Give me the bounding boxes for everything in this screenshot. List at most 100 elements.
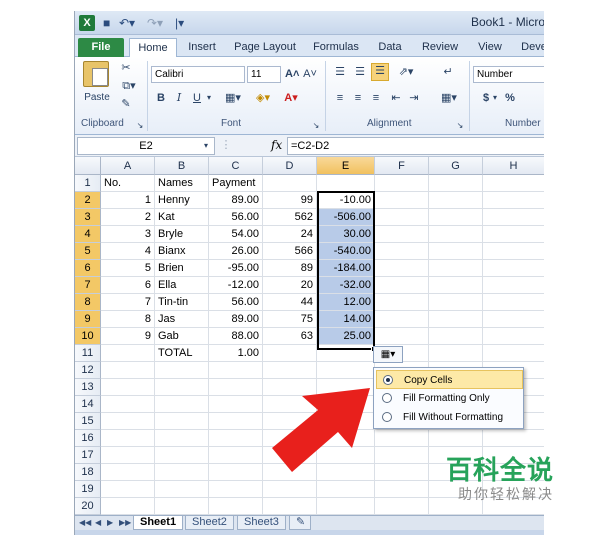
- cell-b17[interactable]: [155, 447, 209, 464]
- copy-icon[interactable]: ⧉▾: [119, 79, 139, 93]
- cell-e6[interactable]: -184.00: [317, 260, 375, 277]
- cell-f16[interactable]: [375, 430, 429, 447]
- percent-button[interactable]: %: [503, 91, 517, 105]
- cell-g16[interactable]: [429, 430, 483, 447]
- cell-b4[interactable]: Bryle: [155, 226, 209, 243]
- row-header-1[interactable]: 1: [75, 175, 101, 192]
- cell-b7[interactable]: Ella: [155, 277, 209, 294]
- format-painter-icon[interactable]: ✎: [119, 97, 133, 111]
- cell-f2[interactable]: [375, 192, 429, 209]
- cell-e12[interactable]: [317, 362, 375, 379]
- cell-h6[interactable]: [483, 260, 544, 277]
- radio-selected-icon[interactable]: [383, 375, 393, 385]
- row-header-9[interactable]: 9: [75, 311, 101, 328]
- cell-d2[interactable]: 99: [263, 192, 317, 209]
- cell-d1[interactable]: [263, 175, 317, 192]
- shrink-font-icon[interactable]: A˅: [303, 67, 317, 81]
- cell-f17[interactable]: [375, 447, 429, 464]
- cell-a1[interactable]: No.: [101, 175, 155, 192]
- customize-toolbar-icon[interactable]: |▾: [175, 14, 184, 32]
- cell-b16[interactable]: [155, 430, 209, 447]
- row-header-7[interactable]: 7: [75, 277, 101, 294]
- cell-a7[interactable]: 6: [101, 277, 155, 294]
- cell-a2[interactable]: 1: [101, 192, 155, 209]
- paste-icon[interactable]: [83, 61, 109, 87]
- font-launcher-icon[interactable]: ↘: [311, 119, 321, 133]
- cell-d8[interactable]: 44: [263, 294, 317, 311]
- cell-f1[interactable]: [375, 175, 429, 192]
- cell-e14[interactable]: [317, 396, 375, 413]
- cell-f20[interactable]: [375, 498, 429, 515]
- tab-view[interactable]: View: [473, 38, 507, 57]
- underline-button[interactable]: U: [191, 91, 203, 105]
- cell-c15[interactable]: [209, 413, 263, 430]
- borders-icon[interactable]: ▦▾: [221, 91, 245, 105]
- cell-b19[interactable]: [155, 481, 209, 498]
- cell-a10[interactable]: 9: [101, 328, 155, 345]
- cell-a3[interactable]: 2: [101, 209, 155, 226]
- merge-center-icon[interactable]: ▦▾: [437, 91, 461, 105]
- cell-e11[interactable]: [317, 345, 375, 362]
- cell-h3[interactable]: [483, 209, 544, 226]
- tab-insert[interactable]: Insert: [181, 38, 223, 57]
- cell-c5[interactable]: 26.00: [209, 243, 263, 260]
- cell-d18[interactable]: [263, 464, 317, 481]
- row-header-15[interactable]: 15: [75, 413, 101, 430]
- cell-a17[interactable]: [101, 447, 155, 464]
- cell-f18[interactable]: [375, 464, 429, 481]
- insert-sheet-icon[interactable]: ✎: [289, 516, 311, 530]
- cell-h16[interactable]: [483, 430, 544, 447]
- cell-d11[interactable]: [263, 345, 317, 362]
- cell-e17[interactable]: [317, 447, 375, 464]
- cell-c7[interactable]: -12.00: [209, 277, 263, 294]
- cell-c10[interactable]: 88.00: [209, 328, 263, 345]
- fill-color-icon[interactable]: ◈▾: [251, 91, 275, 105]
- cell-c16[interactable]: [209, 430, 263, 447]
- cell-d7[interactable]: 20: [263, 277, 317, 294]
- name-box-dropdown-icon[interactable]: ▾: [201, 139, 211, 153]
- cell-g3[interactable]: [429, 209, 483, 226]
- column-header-f[interactable]: F: [375, 157, 429, 175]
- align-top-icon[interactable]: ☰: [333, 65, 347, 79]
- next-sheet-icon[interactable]: ▶: [107, 517, 113, 529]
- increase-indent-icon[interactable]: ⇥: [407, 91, 421, 105]
- cut-icon[interactable]: ✂: [119, 61, 133, 75]
- alignment-launcher-icon[interactable]: ↘: [455, 119, 465, 133]
- cell-b14[interactable]: [155, 396, 209, 413]
- cell-c6[interactable]: -95.00: [209, 260, 263, 277]
- cell-e8[interactable]: 12.00: [317, 294, 375, 311]
- cell-d14[interactable]: [263, 396, 317, 413]
- row-header-17[interactable]: 17: [75, 447, 101, 464]
- cell-h9[interactable]: [483, 311, 544, 328]
- cell-g4[interactable]: [429, 226, 483, 243]
- cell-c9[interactable]: 89.00: [209, 311, 263, 328]
- row-header-12[interactable]: 12: [75, 362, 101, 379]
- cell-c1[interactable]: Payment: [209, 175, 263, 192]
- cell-h4[interactable]: [483, 226, 544, 243]
- align-center-icon[interactable]: ≡: [351, 91, 365, 105]
- align-middle-icon[interactable]: ☰: [353, 65, 367, 79]
- column-header-e[interactable]: E: [317, 157, 375, 175]
- bold-button[interactable]: B: [155, 91, 167, 105]
- cell-e4[interactable]: 30.00: [317, 226, 375, 243]
- cell-a14[interactable]: [101, 396, 155, 413]
- tab-formulas[interactable]: Formulas: [309, 38, 363, 57]
- tab-review[interactable]: Review: [419, 38, 461, 57]
- cell-b6[interactable]: Brien: [155, 260, 209, 277]
- cell-c19[interactable]: [209, 481, 263, 498]
- cell-e10[interactable]: 25.00: [317, 328, 375, 345]
- cell-g7[interactable]: [429, 277, 483, 294]
- font-size-select[interactable]: 11: [247, 66, 281, 83]
- cell-g11[interactable]: [429, 345, 483, 362]
- row-header-3[interactable]: 3: [75, 209, 101, 226]
- cell-c11[interactable]: 1.00: [209, 345, 263, 362]
- sheet-tab-sheet1[interactable]: Sheet1: [133, 516, 184, 530]
- cell-f8[interactable]: [375, 294, 429, 311]
- cell-b15[interactable]: [155, 413, 209, 430]
- cell-d19[interactable]: [263, 481, 317, 498]
- underline-dropdown-icon[interactable]: ▾: [205, 91, 213, 105]
- cell-d9[interactable]: 75: [263, 311, 317, 328]
- cell-d6[interactable]: 89: [263, 260, 317, 277]
- cell-c8[interactable]: 56.00: [209, 294, 263, 311]
- cell-c14[interactable]: [209, 396, 263, 413]
